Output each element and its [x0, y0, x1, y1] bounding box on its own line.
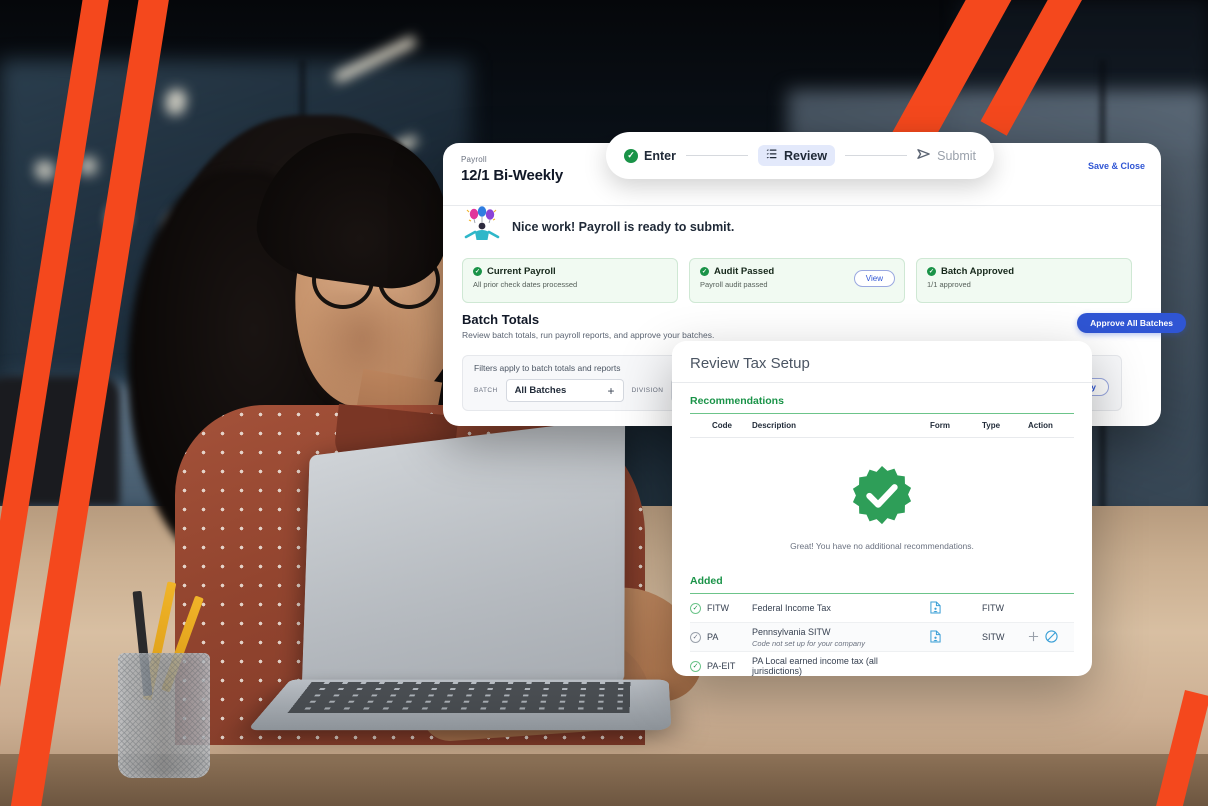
- column-header-action: Action: [1028, 421, 1053, 430]
- check-circle-icon: ✓: [473, 267, 482, 276]
- step-review-label: Review: [783, 148, 828, 163]
- block-icon[interactable]: [1045, 629, 1058, 645]
- check-circle-icon: ✓: [927, 267, 936, 276]
- step-submit[interactable]: Submit: [917, 148, 976, 163]
- row-type: SITW: [982, 632, 1005, 642]
- recommendations-table-header: Code Description Form Type Action: [690, 414, 1074, 438]
- ceiling-light: [80, 158, 96, 174]
- view-audit-button[interactable]: View: [853, 270, 895, 287]
- check-circle-icon: ✓: [700, 267, 709, 276]
- batch-totals-subtitle: Review batch totals, run payroll reports…: [462, 330, 715, 340]
- batch-filter-caption: BATCH: [474, 387, 498, 394]
- check-circle-icon: ✓: [690, 660, 701, 672]
- review-tax-setup-panel: Review Tax Setup Recommendations Code De…: [672, 341, 1092, 676]
- progress-stepper: ✓ Enter Review Submit: [606, 132, 994, 179]
- office-chair: [0, 376, 120, 506]
- ready-banner: Nice work! Payroll is ready to submit.: [462, 206, 734, 247]
- step-submit-label: Submit: [937, 148, 977, 163]
- row-description: Federal Income Tax: [752, 603, 831, 613]
- added-rows: ✓ FITW Federal Income Tax FITW ✓ PA Penn…: [690, 594, 1074, 676]
- send-arrow-icon: [917, 148, 931, 163]
- status-subtitle: 1/1 approved: [927, 280, 971, 289]
- batch-filter-value: All Batches: [514, 385, 567, 396]
- status-title: Batch Approved: [941, 266, 1015, 277]
- column-header-type: Type: [982, 421, 1001, 430]
- recommendations-empty-state: Great! You have no additional recommenda…: [672, 438, 1092, 563]
- status-card-batch-approved: ✓ Batch Approved 1/1 approved: [916, 258, 1132, 303]
- empty-state-text: Great! You have no additional recommenda…: [790, 541, 974, 551]
- approve-all-batches-button[interactable]: Approve All Batches: [1077, 313, 1186, 333]
- column-header-code: Code: [712, 421, 732, 430]
- status-title-wrap: ✓ Current Payroll: [473, 266, 667, 277]
- column-header-form: Form: [930, 421, 950, 430]
- column-header-description: Description: [752, 421, 797, 430]
- check-circle-icon: ✓: [624, 148, 638, 163]
- payroll-eyebrow: Payroll: [461, 155, 487, 164]
- row-type: FITW: [982, 603, 1004, 613]
- document-icon[interactable]: [930, 629, 982, 645]
- save-and-close-link[interactable]: Save & Close: [1088, 161, 1145, 171]
- row-description: Pennsylvania SITW: [752, 626, 831, 637]
- verified-badge-icon: [851, 464, 913, 526]
- check-circle-icon: ✓: [690, 631, 701, 643]
- step-review[interactable]: Review: [757, 145, 836, 166]
- batch-filter-select[interactable]: All Batches +: [505, 379, 624, 402]
- row-code-cell: ✓ PA: [690, 631, 752, 643]
- plus-icon[interactable]: +: [608, 384, 615, 398]
- step-enter-label: Enter: [644, 148, 676, 163]
- step-enter[interactable]: ✓ Enter: [624, 148, 676, 163]
- status-subtitle: All prior check dates processed: [473, 280, 578, 289]
- pencil-cup: [118, 653, 210, 778]
- page-title: 12/1 Bi-Weekly: [461, 167, 563, 184]
- step-connector: [685, 155, 748, 156]
- recommendations-heading: Recommendations: [690, 395, 1074, 414]
- tax-panel-title: Review Tax Setup: [690, 355, 810, 372]
- ready-banner-text: Nice work! Payroll is ready to submit.: [512, 219, 735, 234]
- status-card-current-payroll: ✓ Current Payroll All prior check dates …: [462, 258, 678, 303]
- row-code-cell: ✓ PA-EIT: [690, 660, 752, 672]
- division-filter-caption: DIVISION: [631, 387, 664, 394]
- cup-mesh: [118, 653, 210, 778]
- batch-totals-title: Batch Totals: [462, 312, 540, 327]
- laptop-screen: [301, 417, 626, 691]
- row-code: PA-EIT: [707, 661, 736, 671]
- table-row[interactable]: ✓ PA Pennsylvania SITW Code not set up f…: [690, 623, 1074, 652]
- status-title: Audit Passed: [714, 266, 775, 277]
- table-row[interactable]: ✓ PA-EIT PA Local earned income tax (all…: [690, 652, 1074, 676]
- tax-panel-divider: [672, 382, 1092, 383]
- plus-icon[interactable]: [1028, 631, 1039, 644]
- row-description: PA Local earned income tax (all jurisdic…: [752, 656, 878, 676]
- step-connector: [845, 155, 908, 156]
- laptop-keyboard: [287, 682, 631, 713]
- row-actions: [1028, 629, 1074, 645]
- document-icon[interactable]: [930, 600, 982, 616]
- check-circle-icon: ✓: [690, 602, 701, 614]
- ceiling-light: [37, 163, 49, 175]
- celebration-illustration: [462, 206, 502, 247]
- added-heading: Added: [690, 575, 1074, 594]
- list-icon: [766, 148, 778, 163]
- table-row[interactable]: ✓ FITW Federal Income Tax FITW: [690, 594, 1074, 623]
- status-title-wrap: ✓ Batch Approved: [927, 266, 1121, 277]
- row-code: FITW: [707, 603, 729, 613]
- status-card-audit-passed: ✓ Audit Passed Payroll audit passed View: [689, 258, 905, 303]
- status-card-row: ✓ Current Payroll All prior check dates …: [462, 258, 1132, 303]
- row-code-cell: ✓ FITW: [690, 602, 752, 614]
- row-description-cell: Pennsylvania SITW Code not set up for yo…: [752, 627, 930, 648]
- row-code: PA: [707, 632, 719, 642]
- row-note: Code not set up for your company: [752, 638, 865, 648]
- status-title: Current Payroll: [487, 266, 556, 277]
